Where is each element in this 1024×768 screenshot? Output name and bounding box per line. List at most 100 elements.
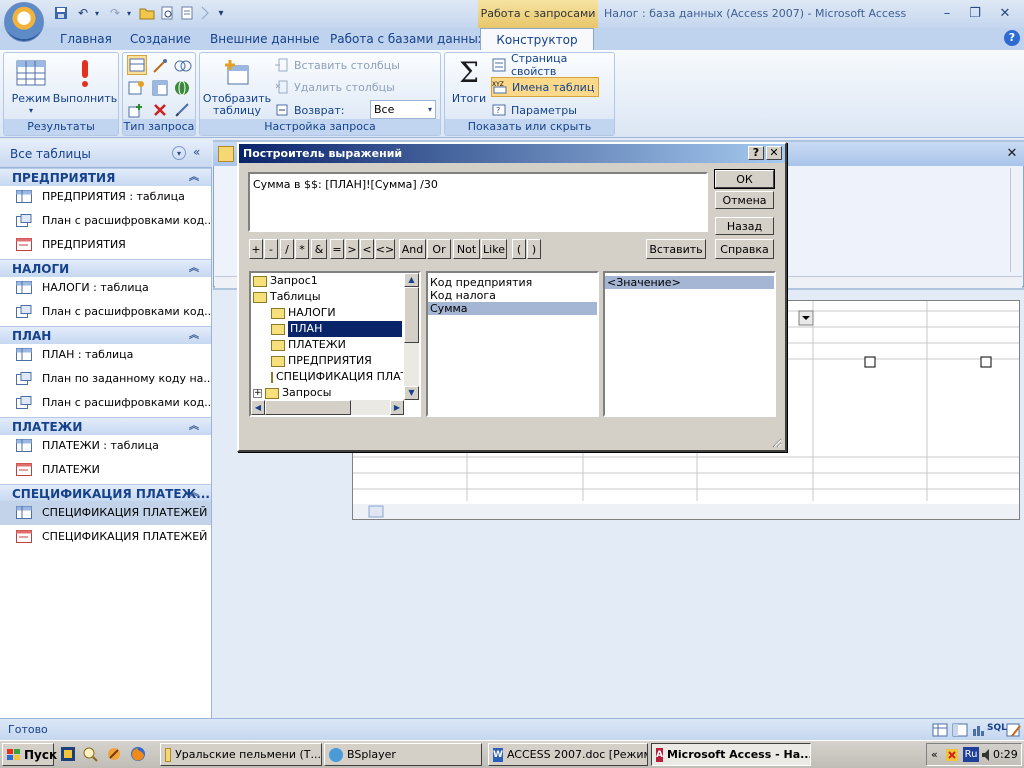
document-icon[interactable] [178, 5, 196, 21]
nav-group-payments[interactable]: ПЛАТЕЖИ ︽ [0, 417, 211, 435]
operator-concat-button[interactable]: & [311, 239, 327, 259]
open-folder-icon[interactable] [138, 5, 156, 21]
field-item[interactable]: Код налога [428, 289, 597, 302]
redo-icon[interactable]: ↷ [106, 5, 124, 21]
redo-dropdown-icon[interactable]: ▾ [124, 5, 134, 21]
nav-group-plan[interactable]: ПЛАН ︽ [0, 326, 211, 344]
quicklaunch-access-icon[interactable] [60, 746, 76, 762]
pivot-chart-icon[interactable] [970, 722, 986, 738]
help-icon[interactable]: ? [1004, 30, 1020, 46]
operator-plus-button[interactable]: + [249, 239, 263, 259]
query-window-close-icon[interactable]: ✕ [1004, 146, 1020, 162]
tree-item[interactable]: СПЕЦИФИКАЦИЯ ПЛАТ [271, 369, 403, 385]
quicklaunch-firefox-icon[interactable] [130, 746, 146, 762]
property-sheet-button[interactable]: Страница свойств [491, 52, 614, 78]
cancel-button[interactable]: Отмена [715, 191, 774, 209]
field-item[interactable]: Код предприятия [428, 276, 597, 289]
taskbar-item[interactable]: Уральские пельмени (Т... [160, 743, 322, 766]
design-view-icon[interactable] [1006, 722, 1022, 738]
tab-external-data[interactable]: Внешние данные [206, 28, 323, 50]
operator-not-button[interactable]: Not [453, 239, 480, 259]
query-upper-scrollbar[interactable] [1010, 168, 1022, 272]
table-names-button[interactable]: XYZ Имена таблиц [491, 77, 600, 97]
tray-expand-icon[interactable]: « [931, 748, 938, 761]
tree-item[interactable]: ПРЕДПРИЯТИЯ [271, 353, 372, 369]
taskbar-item[interactable]: W ACCESS 2007.doc [Режим... [488, 743, 648, 766]
operator-minus-button[interactable]: - [264, 239, 278, 259]
ok-button[interactable]: ОК [714, 169, 775, 189]
union-query-icon[interactable] [173, 57, 193, 75]
operator-like-button[interactable]: Like [481, 239, 507, 259]
scroll-right-icon[interactable]: ▶ [390, 400, 404, 415]
operator-less-button[interactable]: < [360, 239, 374, 259]
tree-item[interactable]: НАЛОГИ [271, 305, 336, 321]
update-query-icon[interactable] [127, 101, 145, 119]
nav-item[interactable]: ПЛАН : таблица [0, 343, 211, 367]
resize-grip-icon[interactable] [770, 436, 782, 448]
scroll-down-icon[interactable]: ▼ [404, 386, 419, 400]
operator-open-paren-button[interactable]: ( [512, 239, 526, 259]
fields-list[interactable]: Код предприятия Код налога Сумма [426, 271, 599, 417]
operator-and-button[interactable]: And [399, 239, 426, 259]
language-indicator[interactable]: Ru [963, 747, 979, 762]
paste-button[interactable]: Вставить [646, 239, 706, 259]
mode-button[interactable]: Режим ▾ [8, 57, 54, 117]
operator-greater-button[interactable]: > [345, 239, 359, 259]
tab-create[interactable]: Создание [126, 28, 195, 50]
pivot-table-icon[interactable] [952, 722, 968, 738]
undo-dropdown-icon[interactable]: ▾ [92, 5, 102, 21]
nav-item[interactable]: ПЛАТЕЖИ [0, 458, 211, 482]
scroll-left-icon[interactable]: ◀ [251, 400, 265, 415]
nav-item[interactable]: НАЛОГИ : таблица [0, 276, 211, 300]
delete-columns-button[interactable]: Удалить столбцы [274, 77, 395, 97]
quicklaunch-tool-icon[interactable] [106, 746, 122, 762]
scroll-thumb[interactable] [404, 287, 419, 343]
restore-icon[interactable]: ❐ [964, 4, 986, 22]
nav-group-enterprises[interactable]: ПРЕДПРИЯТИЯ ︽ [0, 168, 211, 186]
print-preview-icon[interactable] [158, 5, 176, 21]
tree-item[interactable]: Таблицы [253, 289, 321, 305]
nav-item[interactable]: План с расшифровками код... [0, 300, 211, 324]
tree-vscrollbar[interactable]: ▲ ▼ [404, 273, 419, 400]
scroll-up-icon[interactable]: ▲ [404, 273, 419, 287]
close-icon[interactable]: ✕ [994, 4, 1016, 22]
navigation-pane-header[interactable]: Все таблицы ▾ « [0, 140, 212, 168]
start-button[interactable]: Пуск [2, 743, 57, 766]
nav-dropdown-icon[interactable]: ▾ [172, 146, 186, 160]
delete-query-icon[interactable] [151, 101, 169, 119]
show-table-button[interactable]: Отобразить таблицу [203, 57, 271, 117]
operator-not-equal-button[interactable]: <> [375, 239, 395, 259]
tray-app-icon[interactable] [945, 748, 959, 762]
nav-item[interactable]: План с расшифровками код... [0, 391, 211, 415]
datasheet-view-icon[interactable] [932, 722, 948, 738]
append-query-icon[interactable] [127, 79, 145, 97]
make-table-icon[interactable] [151, 57, 169, 75]
operator-equals-button[interactable]: = [330, 239, 344, 259]
nav-item[interactable]: СПЕЦИФИКАЦИЯ ПЛАТЕЖЕЙ ... [0, 501, 211, 525]
crosstab-query-icon[interactable] [151, 79, 169, 97]
nav-item[interactable]: ПРЕДПРИЯТИЯ : таблица [0, 185, 211, 209]
insert-columns-button[interactable]: Вставить столбцы [274, 55, 400, 75]
nav-collapse-icon[interactable]: « [193, 145, 200, 159]
quicklaunch-search-icon[interactable] [82, 746, 98, 762]
nav-item[interactable]: План по заданному коду на... [0, 367, 211, 391]
dialog-close-button[interactable]: ✕ [766, 146, 782, 160]
undo-icon[interactable]: ↶ [74, 5, 92, 21]
minimize-icon[interactable]: – [936, 4, 958, 22]
tab-design[interactable]: Конструктор [480, 28, 594, 52]
tree-hscrollbar[interactable]: ◀ ▶ [251, 400, 404, 415]
operator-multiply-button[interactable]: * [295, 239, 309, 259]
taskbar-item-active[interactable]: A Microsoft Access - На... [651, 743, 811, 766]
return-select[interactable]: Все ▾ [370, 100, 436, 119]
operator-or-button[interactable]: Or [427, 239, 451, 259]
operator-divide-button[interactable]: / [280, 239, 294, 259]
back-button[interactable]: Назад [715, 217, 774, 235]
nav-item[interactable]: План с расшифровками код... [0, 209, 211, 233]
hscroll-thumb[interactable] [265, 400, 351, 415]
totals-button[interactable]: Σ Итоги [449, 57, 489, 105]
sql-view-icon[interactable]: SQL [987, 723, 1007, 733]
tree-item[interactable]: Запрос1 [253, 273, 318, 289]
tab-database-tools[interactable]: Работа с базами данных [326, 28, 489, 50]
field-item[interactable]: Сумма [428, 302, 597, 315]
data-definition-icon[interactable] [173, 101, 191, 119]
